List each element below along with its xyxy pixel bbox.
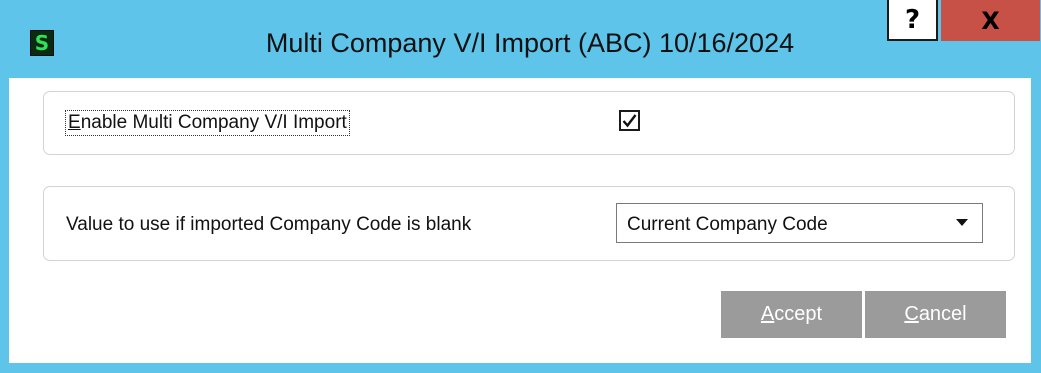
accept-button[interactable]: Accept (721, 291, 862, 338)
enable-accelerator: E (68, 112, 81, 133)
window-title: Multi Company V/I Import (ABC) 10/16/202… (265, 28, 795, 58)
help-button[interactable]: ? (887, 0, 938, 41)
enable-multi-company-label[interactable]: Enable Multi Company V/I Import (65, 110, 350, 136)
accept-label: ccept (774, 303, 823, 325)
dialog-content: Enable Multi Company V/I Import Value to… (9, 78, 1031, 363)
enable-multi-company-checkbox[interactable] (619, 110, 640, 131)
dropdown-selected-value: Current Company Code (627, 214, 828, 235)
company-code-dropdown[interactable]: Current Company Code (616, 203, 983, 243)
enable-group: Enable Multi Company V/I Import (43, 91, 1015, 155)
enable-label-text: nable Multi Company V/I Import (80, 112, 347, 133)
checkmark-icon (622, 114, 637, 128)
app-icon-glyph: S (34, 31, 50, 55)
company-code-group: Value to use if imported Company Code is… (43, 186, 1015, 261)
close-button[interactable]: X (941, 0, 1040, 41)
cancel-button[interactable]: Cancel (865, 291, 1006, 338)
chevron-down-icon[interactable] (956, 219, 968, 226)
cancel-label: ancel (918, 303, 967, 325)
title-bar[interactable]: S Multi Company V/I Import (ABC) 10/16/2… (0, 0, 1041, 78)
cancel-accelerator: C (904, 303, 919, 325)
accept-accelerator: A (760, 303, 775, 325)
blank-company-code-label: Value to use if imported Company Code is… (66, 214, 472, 235)
dialog-window: S Multi Company V/I Import (ABC) 10/16/2… (0, 0, 1041, 373)
app-icon[interactable]: S (30, 30, 54, 56)
